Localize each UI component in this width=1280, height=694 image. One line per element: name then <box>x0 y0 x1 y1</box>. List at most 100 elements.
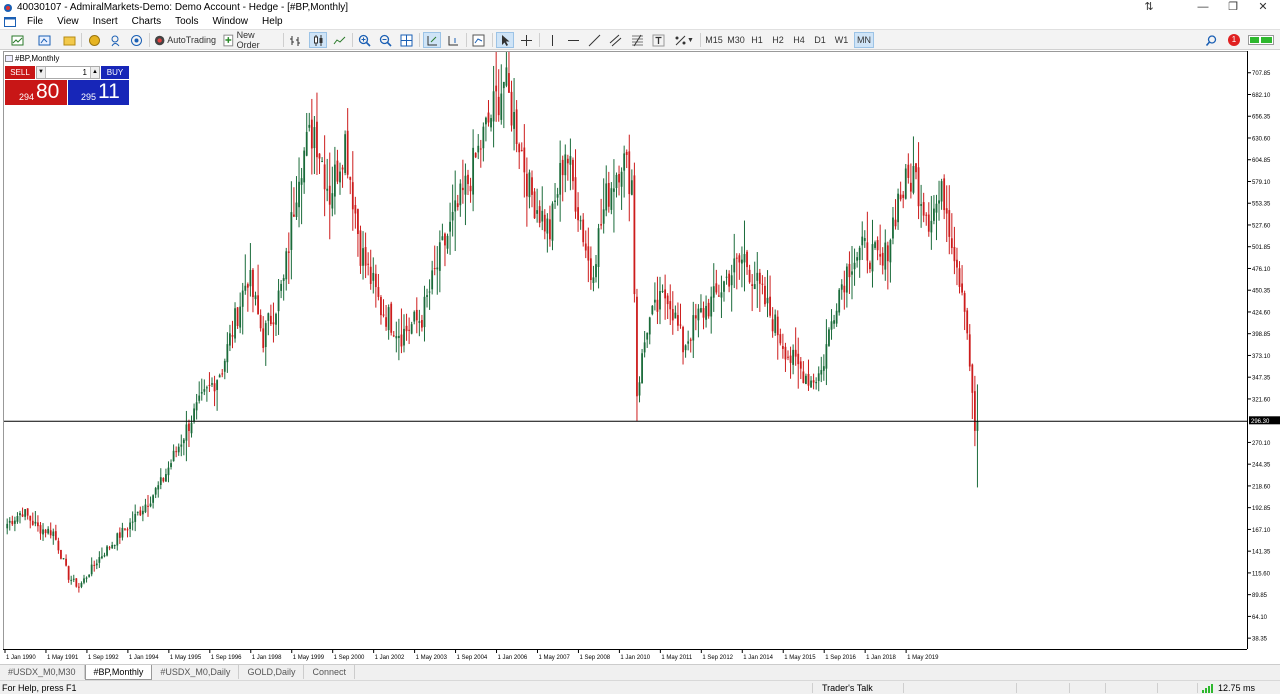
candle-body <box>771 319 774 332</box>
lot-size-value[interactable]: 1 <box>46 68 90 77</box>
auto-scroll-button[interactable] <box>423 32 441 48</box>
candle-body <box>561 159 564 176</box>
vertical-line-button[interactable] <box>544 32 560 48</box>
lot-size-input[interactable]: ▼ 1 ▲ <box>36 66 100 79</box>
candle-body <box>341 167 344 170</box>
candle-body <box>766 297 769 304</box>
crosshair-button[interactable] <box>518 32 535 48</box>
candle-body <box>579 220 582 222</box>
profiles-button[interactable] <box>33 32 55 48</box>
shapes-dropdown-button[interactable]: ▼ <box>672 32 696 48</box>
candle-body <box>21 514 24 517</box>
menu-charts[interactable]: Charts <box>125 15 168 29</box>
price-tick-label: 89.85 <box>1252 593 1268 599</box>
menu-window[interactable]: Window <box>205 15 255 29</box>
candle-body <box>275 313 277 325</box>
new-order-button[interactable]: New Order <box>222 30 279 50</box>
indicators-button[interactable] <box>470 32 487 48</box>
close-button[interactable]: ✕ <box>1248 0 1278 15</box>
lot-dropdown-icon[interactable]: ▼ <box>37 67 46 78</box>
tab-gold-daily[interactable]: GOLD,Daily <box>239 665 305 679</box>
tile-windows-button[interactable] <box>398 32 415 48</box>
candle-body <box>195 402 198 411</box>
menu-view[interactable]: View <box>50 15 86 29</box>
zoom-out-button[interactable] <box>377 32 393 48</box>
candle-body <box>697 308 700 321</box>
candle-body <box>876 240 879 251</box>
connection-status[interactable]: 12.75 ms <box>1202 683 1255 693</box>
market-watch-button[interactable] <box>61 32 77 48</box>
candle-body <box>29 515 32 521</box>
buy-price-big: 11 <box>98 80 120 103</box>
candle-body <box>157 485 160 490</box>
candle-body <box>853 262 856 270</box>
timeframe-m30[interactable]: M30 <box>726 32 746 48</box>
timeframe-h2[interactable]: H2 <box>769 32 787 48</box>
timeframe-h4[interactable]: H4 <box>790 32 808 48</box>
candle-body <box>925 214 928 216</box>
fibonacci-button[interactable] <box>629 32 646 48</box>
price-tick-label: 64.10 <box>1252 615 1268 621</box>
terminal-button[interactable] <box>107 32 123 48</box>
chart-area[interactable] <box>3 45 1248 649</box>
menu-tools[interactable]: Tools <box>168 15 205 29</box>
alerts-button[interactable]: 1 <box>1226 32 1242 48</box>
candle-body <box>408 329 411 331</box>
candle-body <box>149 503 152 507</box>
cursor-button[interactable] <box>496 32 514 48</box>
candle-body <box>843 285 846 293</box>
menu-file[interactable]: File <box>20 15 50 29</box>
autotrading-button[interactable]: AutoTrading <box>154 32 216 48</box>
candle-body <box>723 281 725 292</box>
candle-body <box>792 349 795 365</box>
signals-button[interactable] <box>128 32 144 48</box>
navigator-button[interactable] <box>86 32 102 48</box>
timeframe-mn[interactable]: MN <box>854 32 874 48</box>
candle-body <box>257 295 259 315</box>
candle-body <box>917 167 920 207</box>
buy-button[interactable]: BUY <box>101 66 129 79</box>
candle-body <box>323 164 326 190</box>
line-chart-button[interactable] <box>331 32 348 48</box>
maximize-button[interactable]: ❐ <box>1218 0 1248 15</box>
menu-insert[interactable]: Insert <box>86 15 125 29</box>
candle-body <box>11 521 14 525</box>
tab-connect[interactable]: Connect <box>304 665 355 679</box>
chart-window-icon[interactable] <box>4 17 16 27</box>
zoom-in-icon <box>358 34 371 47</box>
horizontal-line-button[interactable] <box>565 32 581 48</box>
chart-shift-button[interactable] <box>445 32 462 48</box>
candle-body <box>44 529 47 534</box>
sell-button[interactable]: SELL <box>5 66 35 79</box>
candle-body <box>784 346 787 360</box>
candle-body <box>421 320 423 328</box>
candle-body <box>290 212 293 250</box>
timeframe-m15[interactable]: M15 <box>704 32 724 48</box>
buy-price-box[interactable]: 295 11 <box>68 80 129 105</box>
menu-help[interactable]: Help <box>255 15 290 29</box>
new-chart-button[interactable] <box>6 32 28 48</box>
timeframe-h1[interactable]: H1 <box>748 32 766 48</box>
tab-usdx-m30[interactable]: #USDX_M0,M30 <box>0 665 85 679</box>
search-people-icon <box>111 35 119 46</box>
lot-stepper-icon[interactable]: ▲ <box>90 67 99 78</box>
trendline-button[interactable] <box>586 32 602 48</box>
tab-bp-monthly[interactable]: #BP,Monthly <box>84 665 153 680</box>
zoom-in-button[interactable] <box>356 32 372 48</box>
sell-price-box[interactable]: 294 80 <box>5 80 67 105</box>
time-tick-label: 1 May 2007 <box>538 655 570 661</box>
timeframe-d1[interactable]: D1 <box>811 32 829 48</box>
search-button[interactable] <box>1203 32 1219 48</box>
traders-talk-link[interactable]: Trader's Talk <box>822 683 873 693</box>
tab-usdx-daily[interactable]: #USDX_M0,Daily <box>152 665 240 679</box>
equidistant-channel-button[interactable] <box>607 32 624 48</box>
restore-arrows-icon[interactable]: ⇅ <box>1136 0 1162 15</box>
bar-chart-button[interactable] <box>287 32 304 48</box>
status-indicator-button[interactable] <box>1247 32 1275 48</box>
text-tool-button[interactable] <box>650 32 667 48</box>
minimize-button[interactable]: ― <box>1188 0 1218 15</box>
candlestick-chart-button[interactable] <box>309 32 327 48</box>
timeframe-w1[interactable]: W1 <box>832 32 851 48</box>
candle-body <box>646 332 649 340</box>
auto-scroll-icon <box>427 35 437 45</box>
